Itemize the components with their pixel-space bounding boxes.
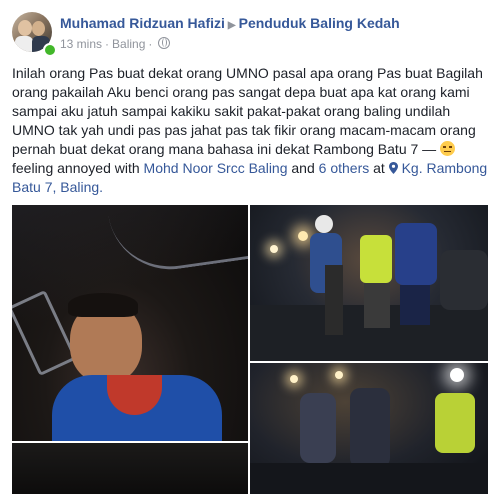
post-location-meta[interactable]: Baling [112,37,145,51]
post-time-link[interactable]: 13 mins [60,37,102,51]
post-message: Inilah orang Pas buat dekat orang UMNO p… [12,65,483,157]
arrow-right-icon: ▶ [227,20,236,31]
author-name-link[interactable]: Muhamad Ridzuan Hafizi [60,15,225,31]
feeling-label: feeling annoyed with [12,160,140,176]
photo-dark-bottom[interactable] [12,443,248,494]
tagged-person-link[interactable]: Mohd Noor Srcc Baling [144,160,288,176]
avatar-shirt-left [15,36,33,52]
globe-icon[interactable] [158,37,171,49]
meta-separator: · [148,37,153,51]
photo-police-scene[interactable] [250,205,488,361]
online-status-icon [43,43,57,57]
annoyed-face-icon [440,141,456,156]
post-title: Muhamad Ridzuan Hafizi ▶ Penduduk Baling K… [60,15,400,31]
group-name-link[interactable]: Penduduk Baling Kedah [239,15,400,31]
at-label: at [373,160,385,176]
post-meta: 13 mins · Baling · [60,37,171,51]
post-header: Muhamad Ridzuan Hafizi ▶ Penduduk Baling K… [12,12,492,57]
meta-separator: · [105,37,110,51]
photo-injured-man[interactable] [12,205,248,441]
others-link[interactable]: 6 others [319,160,370,176]
avatar-person-right [32,21,45,36]
location-pin-icon [388,162,398,174]
and-label: and [291,160,315,176]
post-body: Inilah orang Pas buat dekat orang UMNO p… [12,64,488,197]
avatar-person-left [18,20,32,36]
photo-night-crowd[interactable] [250,363,488,494]
